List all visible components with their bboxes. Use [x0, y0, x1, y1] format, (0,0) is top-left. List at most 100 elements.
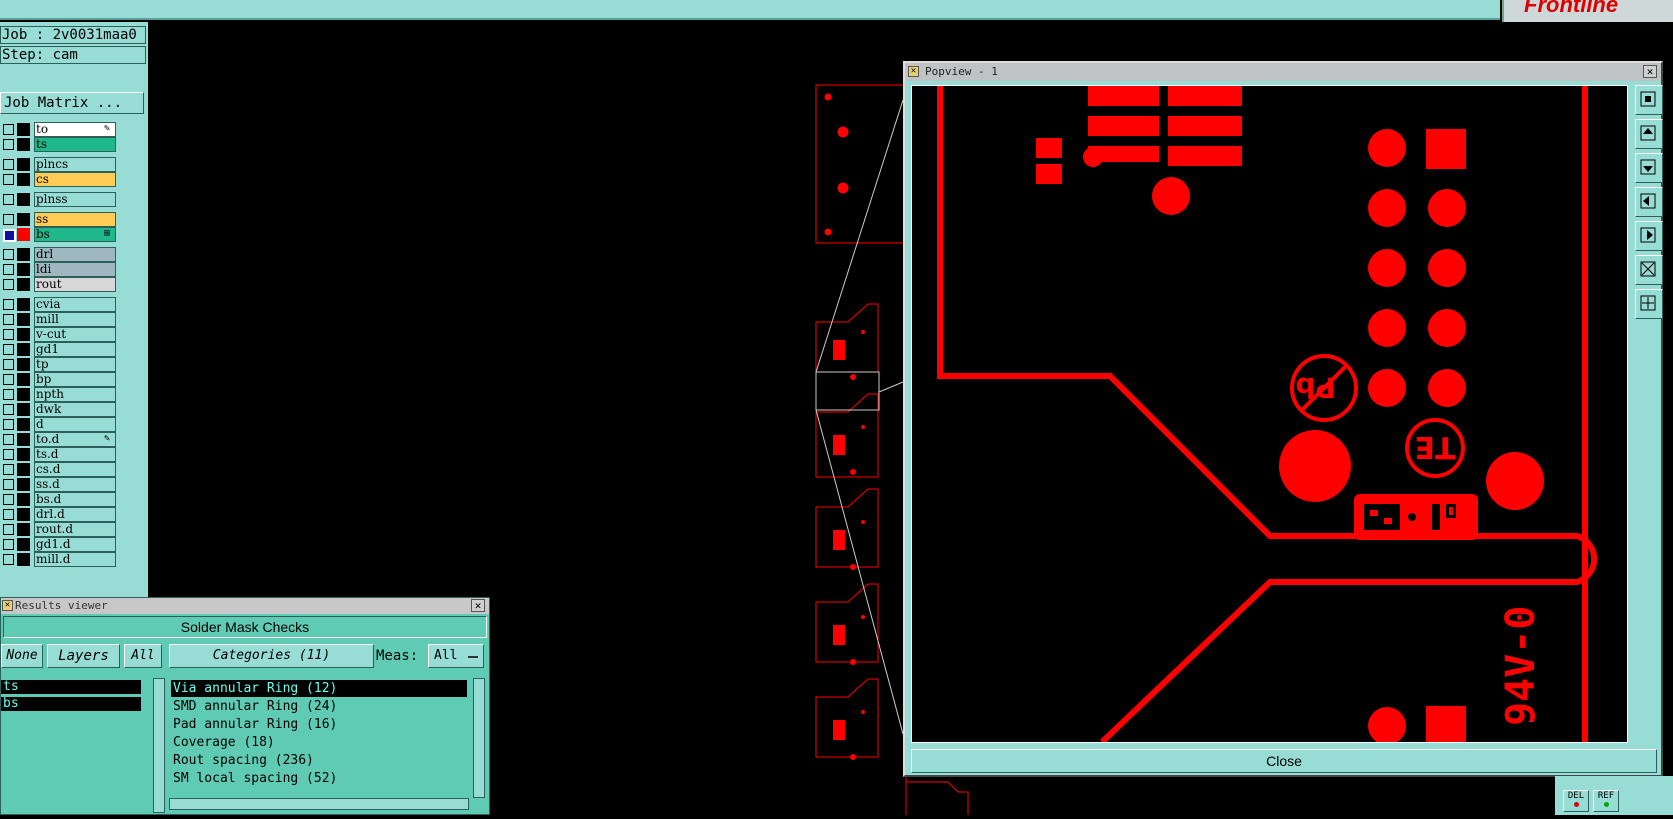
layer-name[interactable]: ts.d — [34, 447, 116, 462]
layer-row-ts[interactable]: ts — [0, 137, 120, 152]
layer-row-dwk[interactable]: dwk — [0, 402, 120, 417]
layer-row-ss-d[interactable]: ss.d — [0, 477, 120, 492]
layer-color-swatch[interactable] — [17, 228, 30, 241]
layer-color-swatch[interactable] — [17, 123, 30, 136]
ref-button[interactable]: REF — [1593, 790, 1619, 812]
zoom-out-icon[interactable] — [1635, 289, 1663, 319]
meas-dropdown[interactable]: All — [428, 644, 484, 668]
layer-checkbox[interactable] — [3, 344, 14, 355]
layer-color-swatch[interactable] — [17, 248, 30, 261]
layer-color-swatch[interactable] — [17, 158, 30, 171]
layer-checkbox[interactable] — [3, 279, 14, 290]
layer-color-swatch[interactable] — [17, 508, 30, 521]
layer-name[interactable]: cvia — [34, 297, 116, 312]
layer-checkbox[interactable] — [3, 494, 14, 505]
layer-name[interactable]: ss — [34, 212, 116, 227]
pan-right-icon[interactable] — [1635, 221, 1663, 251]
result-layer-bs[interactable]: bs — [1, 697, 141, 711]
category-item[interactable]: Coverage (18) — [171, 734, 467, 751]
layer-color-swatch[interactable] — [17, 138, 30, 151]
layer-color-swatch[interactable] — [17, 418, 30, 431]
layer-row-mill-d[interactable]: mill.d — [0, 552, 120, 567]
layer-checkbox[interactable] — [3, 419, 14, 430]
layer-checkbox[interactable] — [3, 249, 14, 260]
layer-row-rout-d[interactable]: rout.d — [0, 522, 120, 537]
layer-row-cs[interactable]: cs — [0, 172, 120, 187]
layer-row-cs-d[interactable]: cs.d — [0, 462, 120, 477]
layer-row-plncs[interactable]: plncs — [0, 157, 120, 172]
layer-name[interactable]: cs — [34, 172, 116, 187]
layer-color-swatch[interactable] — [17, 298, 30, 311]
layer-row-drl[interactable]: drl — [0, 247, 120, 262]
layer-checkbox[interactable] — [3, 479, 14, 490]
category-hscrollbar[interactable] — [169, 798, 469, 810]
layer-checkbox[interactable] — [3, 404, 14, 415]
layer-row-ldi[interactable]: ldi — [0, 262, 120, 277]
close-icon[interactable]: ✕ — [471, 599, 485, 612]
layer-name[interactable]: d — [34, 417, 116, 432]
layer-row-plnss[interactable]: plnss — [0, 192, 120, 207]
layer-name[interactable]: v-cut — [34, 327, 116, 342]
result-layer-ts[interactable]: ts — [1, 680, 141, 694]
layer-name[interactable]: gd1 — [34, 342, 116, 357]
layer-row-bs-d[interactable]: bs.d — [0, 492, 120, 507]
zoom-fit-icon[interactable] — [1635, 85, 1663, 115]
layer-name[interactable]: ss.d — [34, 477, 116, 492]
layer-row-mill[interactable]: mill — [0, 312, 120, 327]
layer-name[interactable]: bs.d — [34, 492, 116, 507]
categories-button[interactable]: Categories (11) — [169, 644, 374, 668]
category-item[interactable]: Via annular Ring (12) — [171, 680, 467, 697]
layer-checkbox[interactable] — [3, 299, 14, 310]
category-item[interactable]: SM local spacing (52) — [171, 770, 467, 787]
layer-row-v-cut[interactable]: v-cut — [0, 327, 120, 342]
layer-checkbox[interactable] — [3, 509, 14, 520]
zoom-in-icon[interactable] — [1635, 255, 1663, 285]
close-icon[interactable]: ✕ — [1643, 65, 1657, 78]
layer-name[interactable]: npth — [34, 387, 116, 402]
layer-name[interactable]: dwk — [34, 402, 116, 417]
layer-row-bs[interactable]: bs ⊞ — [0, 227, 120, 242]
layer-name[interactable]: rout — [34, 277, 116, 292]
layer-name[interactable]: cs.d — [34, 462, 116, 477]
pan-down-icon[interactable] — [1635, 153, 1663, 183]
layer-row-to-d[interactable]: to.d ✎ — [0, 432, 120, 447]
layer-color-swatch[interactable] — [17, 278, 30, 291]
job-matrix-button[interactable]: Job Matrix ... — [0, 92, 144, 114]
layer-color-swatch[interactable] — [17, 328, 30, 341]
layer-name[interactable]: ts — [34, 137, 116, 152]
layer-row-drl-d[interactable]: drl.d — [0, 507, 120, 522]
layer-color-swatch[interactable] — [17, 523, 30, 536]
layer-color-swatch[interactable] — [17, 433, 30, 446]
layer-checkbox[interactable] — [3, 159, 14, 170]
layer-color-swatch[interactable] — [17, 313, 30, 326]
layer-name[interactable]: gd1.d — [34, 537, 116, 552]
layer-checkbox[interactable] — [3, 124, 14, 135]
layer-name[interactable]: rout.d — [34, 522, 116, 537]
layer-row-d[interactable]: d — [0, 417, 120, 432]
layer-row-ss[interactable]: ss — [0, 212, 120, 227]
layer-name[interactable]: plncs — [34, 157, 116, 172]
layer-checkbox[interactable] — [3, 464, 14, 475]
layer-name[interactable]: drl.d — [34, 507, 116, 522]
layer-row-tp[interactable]: tp — [0, 357, 120, 372]
layer-color-swatch[interactable] — [17, 343, 30, 356]
layer-checkbox[interactable] — [3, 139, 14, 150]
close-button[interactable]: Close — [911, 749, 1657, 773]
layer-color-swatch[interactable] — [17, 373, 30, 386]
layer-checkbox[interactable] — [3, 264, 14, 275]
pan-up-icon[interactable] — [1635, 119, 1663, 149]
layer-color-swatch[interactable] — [17, 358, 30, 371]
category-item[interactable]: Rout spacing (236) — [171, 752, 467, 769]
layer-checkbox[interactable] — [3, 539, 14, 550]
layer-color-swatch[interactable] — [17, 463, 30, 476]
layer-checkbox[interactable] — [3, 389, 14, 400]
popview-viewport[interactable]: Pb TE 94V-0 — [911, 85, 1628, 743]
none-button[interactable]: None — [1, 644, 43, 668]
layer-color-swatch[interactable] — [17, 263, 30, 276]
layer-checkbox[interactable] — [3, 314, 14, 325]
layer-row-npth[interactable]: npth — [0, 387, 120, 402]
layer-checkbox[interactable] — [3, 174, 14, 185]
layer-color-swatch[interactable] — [17, 553, 30, 566]
layer-name[interactable]: mill.d — [34, 552, 116, 567]
layer-row-bp[interactable]: bp — [0, 372, 120, 387]
